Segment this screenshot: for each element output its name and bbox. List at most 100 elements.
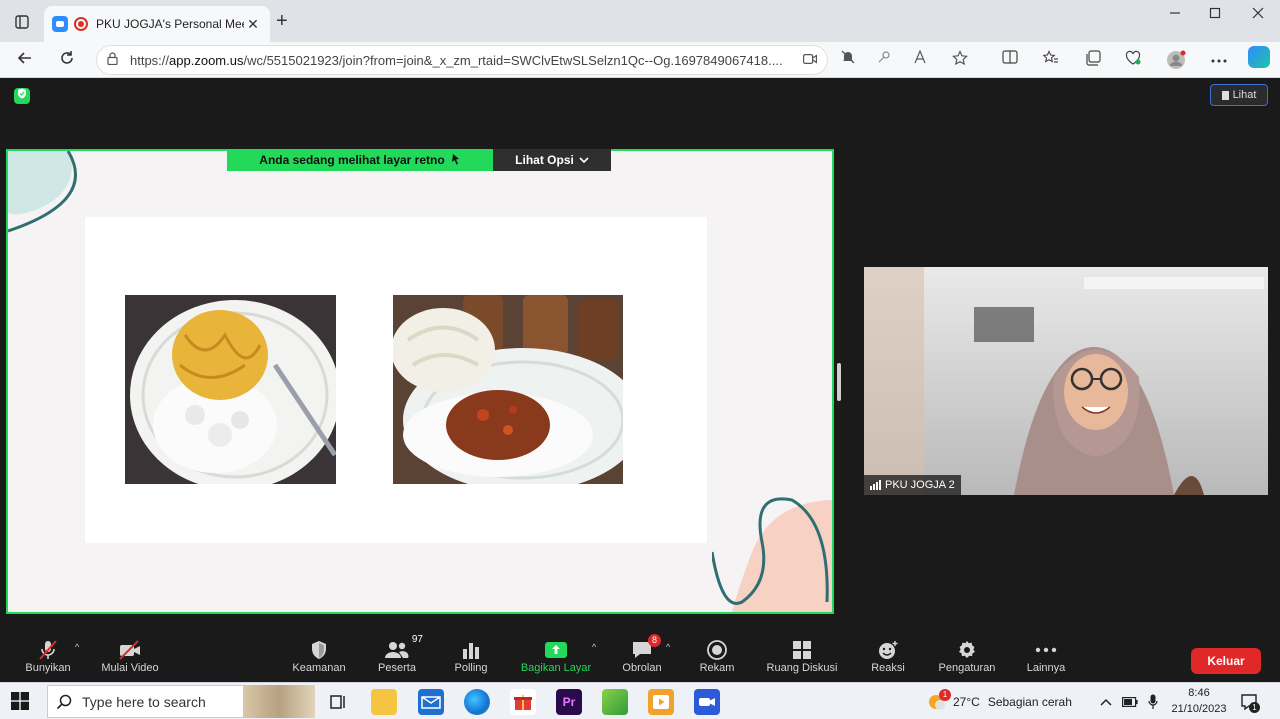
start-video-label: Mulai Video — [101, 662, 159, 674]
screen: PKU JOGJA's Personal Meeti ✕ + https://a… — [0, 0, 1280, 719]
zoom-meeting-area: Lihat Anda sedang melihat layar retno Li… — [4, 78, 1276, 682]
leave-meeting-button[interactable]: Keluar — [1191, 648, 1261, 674]
favorite-star-icon[interactable] — [948, 50, 972, 72]
participants-button[interactable]: 97 Peserta — [374, 634, 423, 682]
view-button-label: Lihat — [1232, 89, 1257, 101]
system-tray — [1100, 683, 1158, 719]
audio-options-caret[interactable]: ^ — [75, 642, 79, 652]
windows-start-icon[interactable] — [10, 691, 32, 713]
pointer-icon — [451, 153, 461, 168]
read-aloud-icon[interactable] — [910, 49, 934, 72]
panel-resize-handle[interactable] — [837, 363, 841, 401]
chat-button[interactable]: 8 Obrolan — [616, 634, 668, 682]
view-button[interactable]: Lihat — [1210, 84, 1268, 106]
clock-date: 21/10/2023 — [1171, 703, 1227, 715]
participants-count: 97 — [411, 634, 423, 645]
chevron-down-icon — [579, 153, 589, 167]
mail-icon[interactable] — [418, 689, 444, 715]
close-window-button[interactable] — [1243, 6, 1273, 26]
participant-video — [864, 267, 1268, 495]
encryption-shield-icon[interactable] — [14, 88, 30, 104]
photo-noodles-rice — [125, 295, 336, 484]
reactions-label: Reaksi — [871, 662, 905, 674]
minimize-button[interactable] — [1160, 6, 1190, 26]
taskbar-clock[interactable]: 8:46 21/10/2023 — [1170, 685, 1228, 717]
key-icon[interactable] — [872, 50, 896, 72]
new-tab-button[interactable]: + — [276, 11, 288, 31]
browser-tab-zoom[interactable]: PKU JOGJA's Personal Meeti ✕ — [44, 6, 270, 42]
share-options-caret[interactable]: ^ — [592, 642, 596, 652]
view-options-button[interactable]: Lihat Opsi — [493, 149, 611, 171]
weather-temperature: 27°C — [953, 694, 980, 709]
slide-content — [85, 217, 707, 543]
search-icon — [56, 694, 72, 710]
weather-widget[interactable]: 1 27°C Sebagian cerah — [925, 683, 1072, 719]
split-screen-icon[interactable] — [998, 50, 1022, 72]
sharing-banner: Anda sedang melihat layar retno — [227, 149, 493, 171]
battery-icon[interactable] — [1122, 696, 1138, 707]
back-arrow-icon[interactable] — [12, 48, 38, 72]
shared-screen[interactable] — [6, 149, 834, 614]
task-view-icon[interactable] — [325, 689, 351, 715]
microphone-icon[interactable] — [1148, 694, 1158, 710]
url-text: https://app.zoom.us/wc/5515021923/join?f… — [130, 52, 783, 68]
slide-decoration-bottom-right — [712, 497, 832, 612]
green-app-icon[interactable] — [602, 689, 628, 715]
notifications-blocked-icon[interactable] — [836, 50, 860, 72]
polling-label: Polling — [454, 662, 488, 674]
share-screen-icon — [544, 638, 568, 662]
favorites-icon[interactable] — [1039, 50, 1063, 72]
start-video-button[interactable]: Mulai Video — [98, 638, 162, 682]
unmute-button[interactable]: Bunyikan — [20, 638, 76, 682]
edge-browser-icon[interactable] — [464, 689, 490, 715]
chat-unread-badge: 8 — [648, 634, 661, 647]
show-hidden-icons-chevron-icon[interactable] — [1100, 698, 1112, 706]
copilot-icon[interactable] — [1248, 46, 1270, 68]
gift-icon[interactable] — [510, 689, 536, 715]
polling-button[interactable]: Polling — [450, 638, 492, 682]
more-menu-icon[interactable] — [1207, 50, 1231, 72]
security-shield-icon — [310, 638, 328, 662]
meeting-toolbar: Bunyikan ^ Mulai Video Keamanan 97 Peser… — [4, 634, 1276, 682]
more-button[interactable]: Lainnya — [1022, 638, 1070, 682]
recording-icon — [74, 17, 88, 31]
windows-taskbar: Type here to search Pr 1 27°C Sebagian c… — [0, 682, 1280, 719]
participant-name-tag: PKU JOGJA 2 — [864, 475, 961, 495]
chat-options-caret[interactable]: ^ — [666, 642, 670, 652]
media-player-icon[interactable] — [648, 689, 674, 715]
premiere-pro-icon[interactable]: Pr — [556, 689, 582, 715]
breakout-rooms-button[interactable]: Ruang Diskusi — [760, 638, 844, 682]
reactions-smiley-icon — [877, 638, 899, 662]
more-dots-icon — [1035, 638, 1057, 662]
photo-rice-sambal-crackers — [393, 295, 623, 484]
sharing-banner-text: Anda sedang melihat layar retno — [259, 153, 445, 167]
signal-strength-icon — [870, 480, 881, 490]
address-bar[interactable]: https://app.zoom.us/wc/5515021923/join?f… — [96, 45, 828, 75]
settings-button[interactable]: Pengaturan — [932, 638, 1002, 682]
share-screen-button[interactable]: Bagikan Layar — [516, 638, 596, 682]
clock-time: 8:46 — [1188, 687, 1210, 699]
notification-center-icon[interactable]: 1 — [1240, 683, 1260, 719]
breakout-rooms-icon — [792, 638, 812, 662]
tab-actions-icon[interactable] — [8, 10, 36, 34]
maximize-button[interactable] — [1200, 6, 1230, 26]
collections-icon[interactable] — [1081, 50, 1105, 72]
reactions-button[interactable]: Reaksi — [866, 638, 910, 682]
security-label: Keamanan — [292, 662, 346, 674]
profile-avatar-icon[interactable] — [1164, 50, 1188, 72]
record-label: Rekam — [699, 662, 735, 674]
record-button[interactable]: Rekam — [694, 638, 740, 682]
search-highlight-image[interactable] — [243, 685, 315, 718]
zoom-taskbar-icon[interactable] — [694, 689, 720, 715]
browser-essentials-icon[interactable] — [1121, 50, 1145, 72]
participants-label: Peserta — [378, 662, 416, 674]
participant-video-tile[interactable]: PKU JOGJA 2 — [864, 267, 1268, 495]
camera-permission-icon[interactable] — [803, 52, 817, 68]
chat-label: Obrolan — [622, 662, 662, 674]
file-explorer-icon[interactable] — [371, 689, 397, 715]
refresh-icon[interactable] — [54, 48, 80, 72]
security-button[interactable]: Keamanan — [288, 638, 350, 682]
close-tab-button[interactable]: ✕ — [244, 16, 262, 33]
search-placeholder: Type here to search — [82, 693, 206, 710]
browser-tab-strip: PKU JOGJA's Personal Meeti ✕ + — [0, 0, 1280, 42]
